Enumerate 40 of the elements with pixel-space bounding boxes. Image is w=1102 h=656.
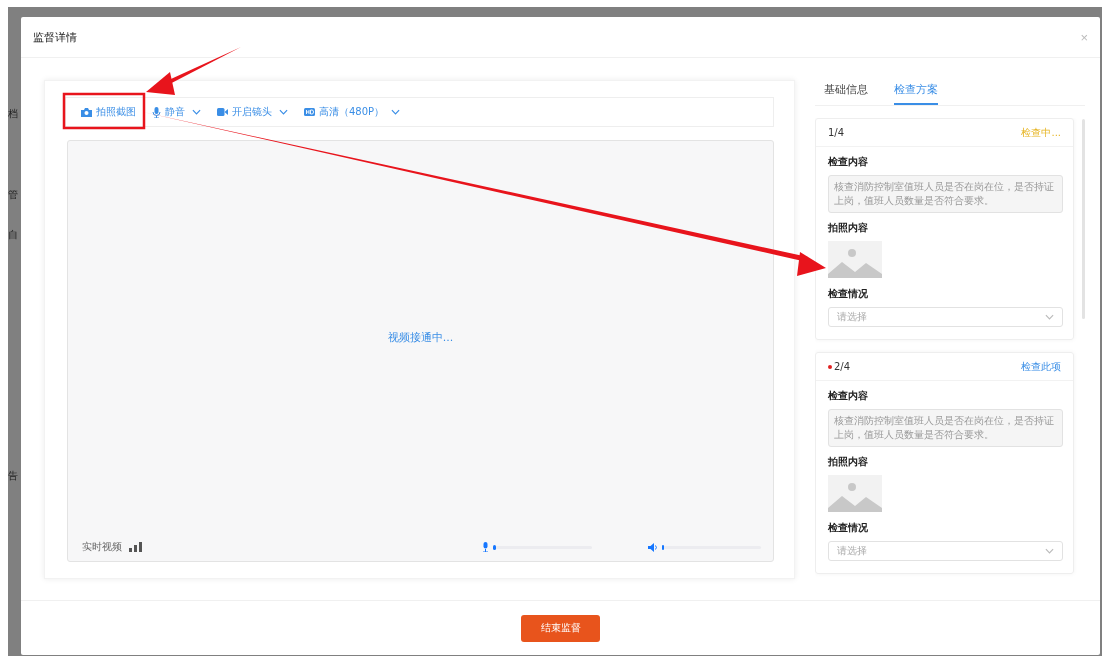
menu-item[interactable]: 管 xyxy=(8,188,21,202)
check-index: 1/4 xyxy=(828,127,845,138)
connection-status: 视频接通中... xyxy=(387,329,454,345)
microphone-icon xyxy=(152,106,161,118)
end-supervision-button[interactable]: 结束监督 xyxy=(521,614,600,642)
signal-icon xyxy=(129,542,144,552)
content-textarea[interactable]: 核查消防控制室值班人员是否在岗在位，是否持证上岗，值班人员数量是否符合要求。 xyxy=(828,409,1063,447)
tab[interactable]: 基础信息 xyxy=(824,82,868,105)
field-label: 检查内容 xyxy=(828,155,869,169)
toolbar-button[interactable]: 开启镜头 xyxy=(217,103,288,121)
result-select[interactable]: 请选择 xyxy=(828,541,1063,561)
hd-icon xyxy=(304,108,315,116)
field-label: 检查情况 xyxy=(828,521,869,535)
result-select[interactable]: 请选择 xyxy=(828,307,1063,327)
field-label: 检查内容 xyxy=(828,389,869,403)
image-placeholder-icon xyxy=(828,475,882,512)
menu-item[interactable]: 档 xyxy=(8,107,21,121)
status-text: 检查中... xyxy=(1021,125,1061,140)
microphone-icon xyxy=(482,542,489,552)
toolbar-button[interactable]: 拍照截图 xyxy=(81,103,136,121)
close-button[interactable]: × xyxy=(1080,29,1088,45)
content-textarea[interactable]: 核查消防控制室值班人员是否在岗在位，是否持证上岗，值班人员数量是否符合要求。 xyxy=(828,175,1063,213)
video-camera-icon xyxy=(217,108,228,116)
toolbar-button[interactable]: 高清（480P） xyxy=(304,103,401,121)
image-placeholder-icon xyxy=(828,241,882,278)
toolbar-button[interactable]: 静音 xyxy=(152,103,201,121)
menu-item[interactable]: 告 xyxy=(8,469,21,483)
video-label: 实时视频 xyxy=(82,540,122,554)
field-label: 检查情况 xyxy=(828,287,869,301)
field-label: 拍照内容 xyxy=(828,221,869,235)
dialog-title: 监督详情 xyxy=(33,29,77,45)
chevron-down-icon xyxy=(1045,314,1054,320)
camera-icon xyxy=(81,107,92,117)
inspect-link[interactable]: 检查此项 xyxy=(1021,359,1061,374)
menu-item[interactable]: 自 xyxy=(8,228,21,242)
speaker-icon xyxy=(648,542,658,552)
chevron-down-icon xyxy=(1045,548,1054,554)
tab[interactable]: 检查方案 xyxy=(894,82,938,105)
field-label: 拍照内容 xyxy=(828,455,869,469)
check-index: 2/4 xyxy=(834,361,851,372)
